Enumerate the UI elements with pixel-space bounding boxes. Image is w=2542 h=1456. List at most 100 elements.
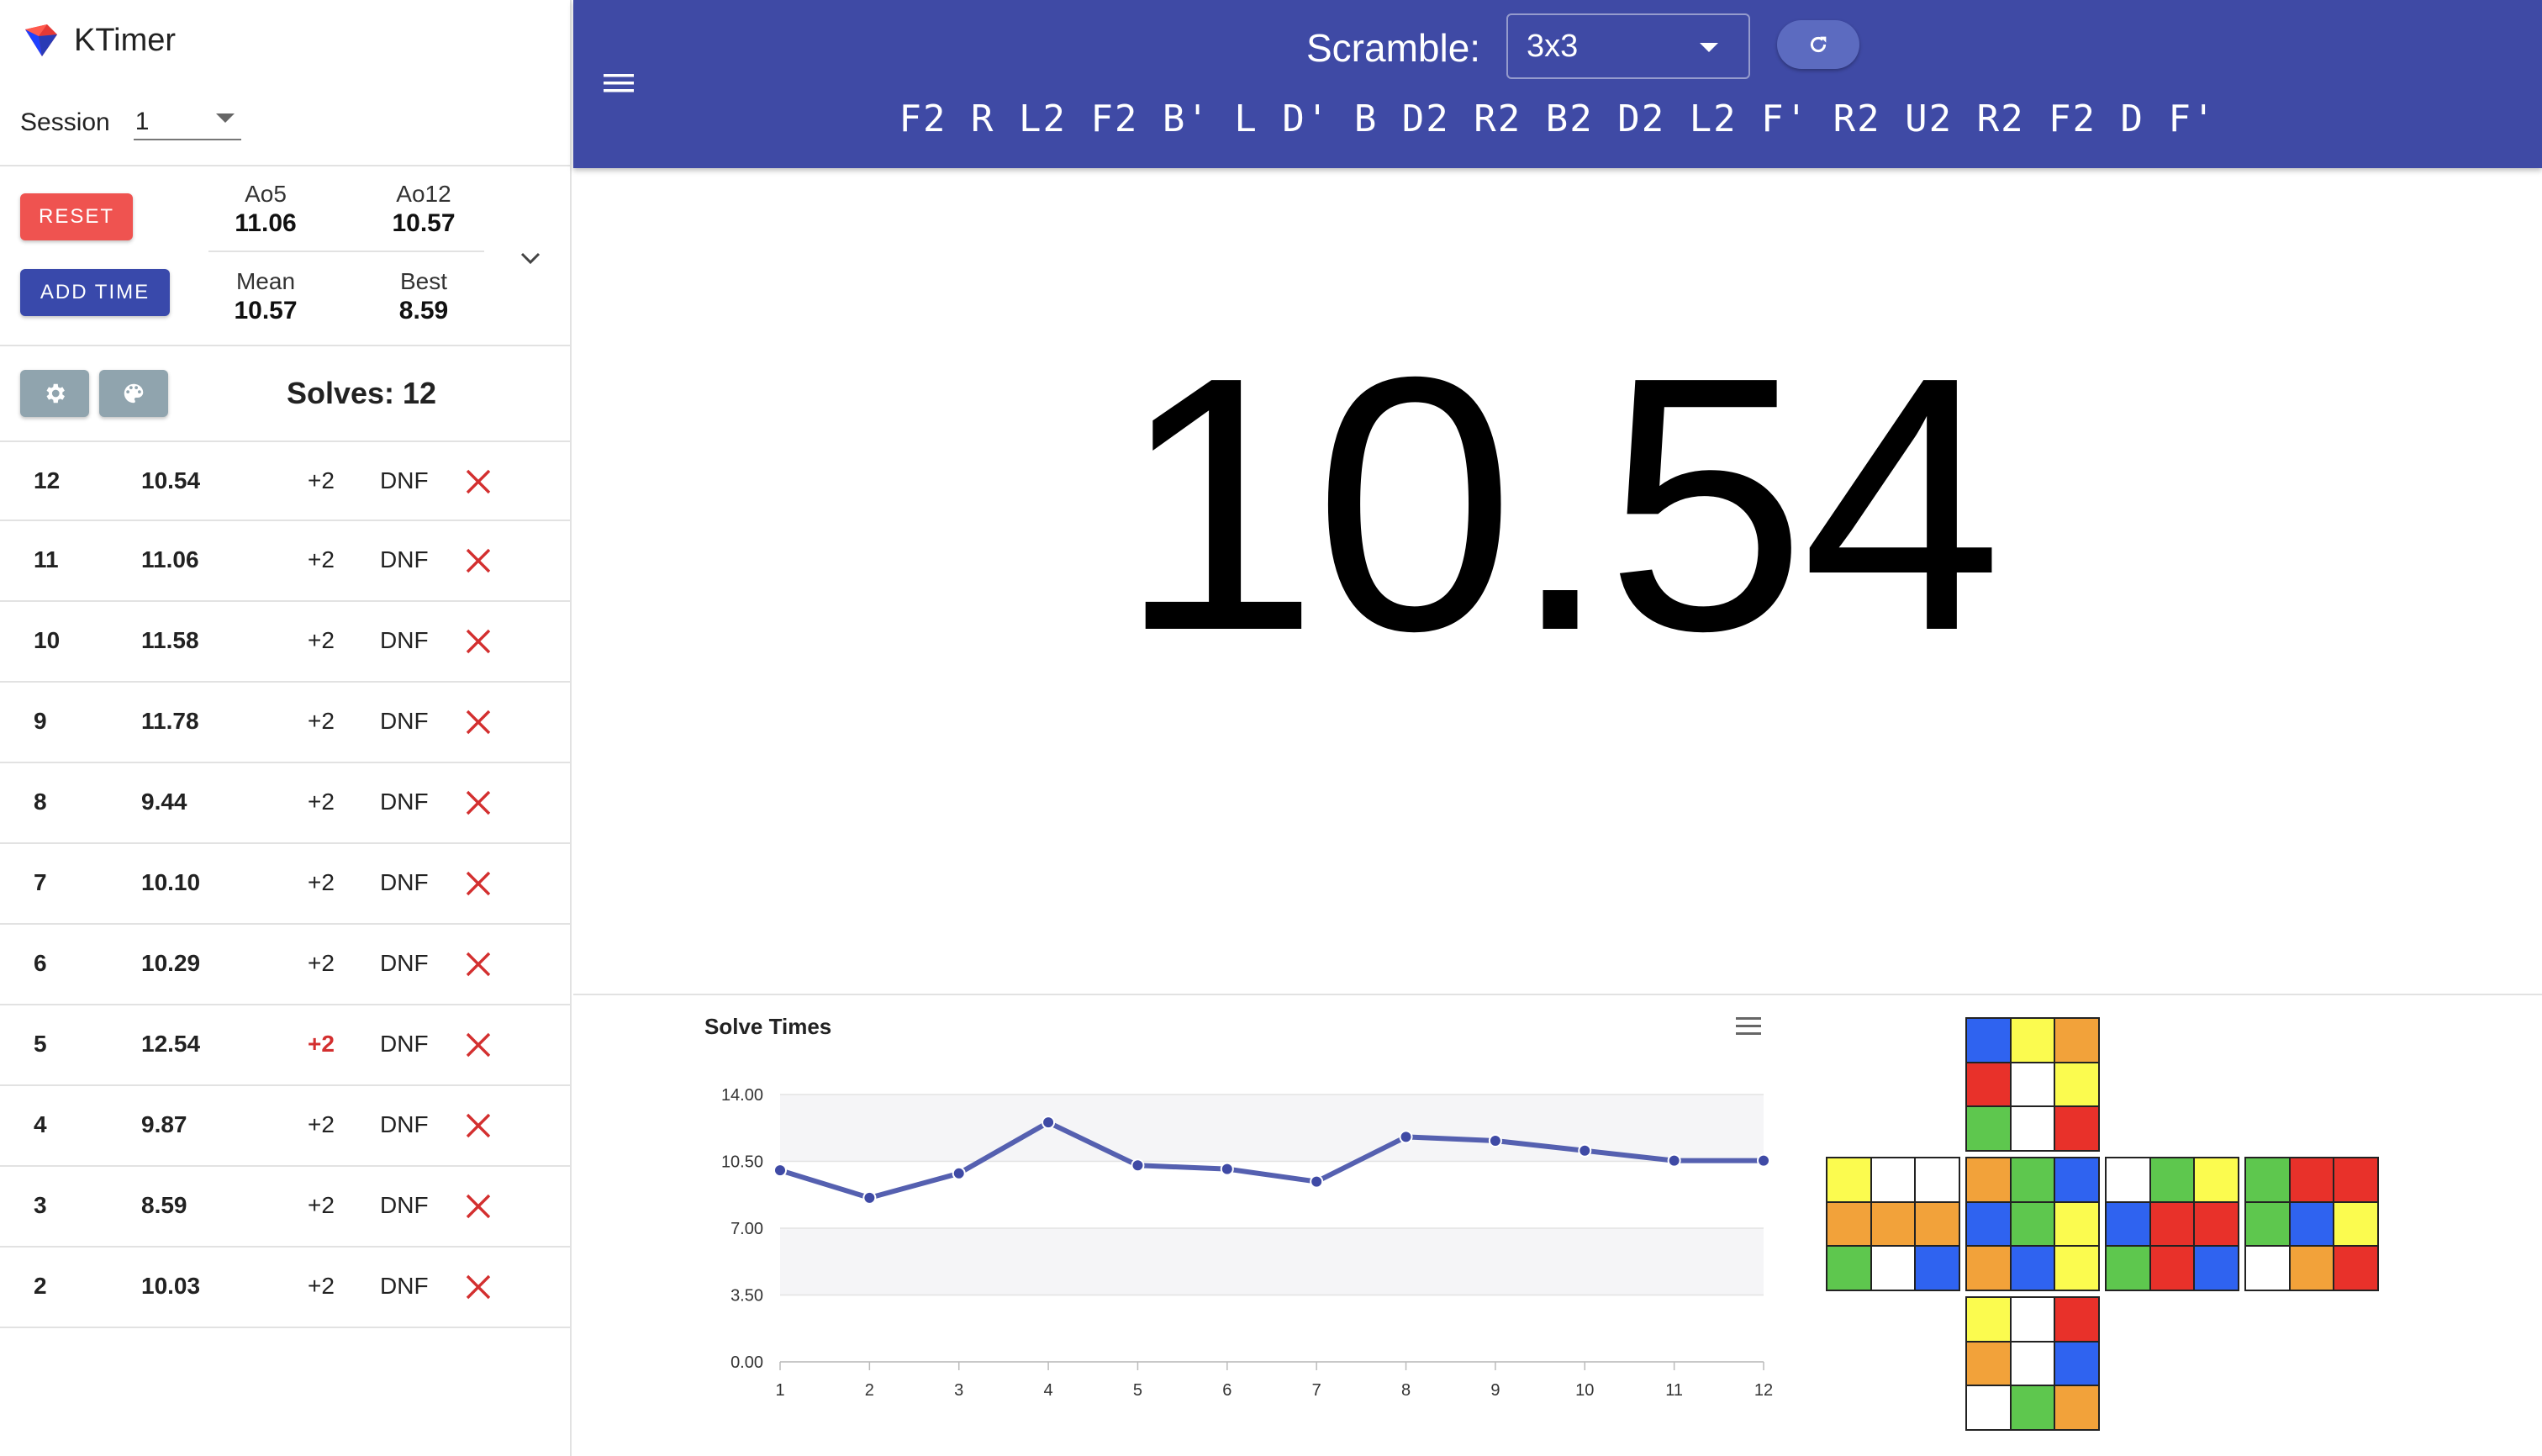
solve-row[interactable]: 7 10.10 +2 DNF [0,844,572,925]
solve-row[interactable]: 2 10.03 +2 DNF [0,1248,572,1328]
new-scramble-button[interactable] [1777,20,1859,69]
ktimer-logo-icon [25,24,57,56]
solve-time[interactable]: 8.59 [141,1192,187,1219]
cube-sticker [2055,1202,2098,1246]
delete-icon[interactable] [464,950,493,979]
solve-row[interactable]: 3 8.59 +2 DNF [0,1167,572,1248]
solve-time[interactable]: 10.03 [141,1273,200,1300]
scramble-label: Scramble: [1306,26,1481,70]
cube-sticker [2011,1158,2054,1201]
delete-icon[interactable] [464,869,493,898]
solve-time[interactable]: 11.58 [141,627,199,654]
dnf-toggle[interactable]: DNF [380,467,429,494]
dnf-toggle[interactable]: DNF [380,546,429,573]
timer-display[interactable]: 10.54 [573,319,2542,689]
delete-icon[interactable] [464,627,493,656]
delete-icon[interactable] [464,1031,493,1059]
cube-sticker [2150,1202,2194,1246]
data-point [1042,1116,1056,1130]
y-tick-label: 14.00 [721,1086,763,1105]
delete-icon[interactable] [464,1111,493,1140]
cube-sticker [2195,1202,2238,1246]
delete-icon[interactable] [464,1273,493,1301]
solve-number: 3 [34,1192,47,1218]
dnf-toggle[interactable]: DNF [380,869,429,896]
solve-time[interactable]: 10.10 [141,869,200,896]
stat-ao12: Ao12 10.57 [348,180,499,239]
dnf-toggle[interactable]: DNF [380,1192,429,1219]
solve-row[interactable]: 10 11.58 +2 DNF [0,602,572,683]
solve-row[interactable]: 12 10.54 +2 DNF [0,440,572,521]
plus-two-toggle[interactable]: +2 [308,1031,335,1058]
cube-sticker [2055,1158,2098,1201]
stat-mean-label: Mean [235,268,296,294]
dnf-toggle[interactable]: DNF [380,627,429,654]
solve-time[interactable]: 11.78 [141,708,199,735]
chart-menu-icon[interactable] [1736,1017,1761,1035]
delete-icon[interactable] [464,789,493,817]
session-label: Session [20,108,110,136]
dnf-toggle[interactable]: DNF [380,789,429,815]
solve-time[interactable]: 10.54 [141,467,200,494]
solve-row[interactable]: 6 10.29 +2 DNF [0,925,572,1005]
solve-row[interactable]: 9 11.78 +2 DNF [0,683,572,763]
dnf-toggle[interactable]: DNF [380,950,429,977]
delete-icon[interactable] [464,1192,493,1221]
delete-icon[interactable] [464,708,493,736]
dnf-toggle[interactable]: DNF [380,708,429,735]
solve-row[interactable]: 11 11.06 +2 DNF [0,521,572,602]
caret-down-icon [1700,43,1718,52]
divider [0,165,572,166]
menu-icon[interactable] [602,69,636,98]
plus-two-toggle[interactable]: +2 [308,789,335,815]
x-tick-label: 1 [775,1381,784,1400]
solve-time[interactable]: 9.44 [141,789,187,815]
solve-row[interactable]: 8 9.44 +2 DNF [0,763,572,844]
reset-button[interactable]: RESET [20,193,133,240]
settings-button[interactable] [20,370,89,417]
plus-two-toggle[interactable]: +2 [308,1273,335,1300]
plus-two-toggle[interactable]: +2 [308,708,335,735]
plus-two-toggle[interactable]: +2 [308,1192,335,1219]
plus-two-toggle[interactable]: +2 [308,627,335,654]
delete-icon[interactable] [464,546,493,575]
session-select[interactable]: 1 [133,105,241,140]
solve-time[interactable]: 11.06 [141,546,199,573]
delete-icon[interactable] [464,467,493,496]
solve-time[interactable]: 10.29 [141,950,200,977]
solve-number: 2 [34,1273,47,1299]
solve-time[interactable]: 9.87 [141,1111,187,1138]
cube-sticker [1827,1247,1870,1290]
dnf-toggle[interactable]: DNF [380,1273,429,1300]
dnf-toggle[interactable]: DNF [380,1111,429,1138]
cube-sticker [2011,1019,2054,1062]
cube-sticker [2107,1158,2149,1201]
plus-two-toggle[interactable]: +2 [308,1111,335,1138]
solve-time[interactable]: 12.54 [141,1031,200,1058]
cube-sticker [1871,1202,1915,1246]
solve-number: 5 [34,1031,47,1057]
puzzle-type-select[interactable]: 3x3 [1506,13,1750,79]
y-tick-label: 10.50 [721,1153,763,1172]
chevron-down-icon[interactable] [516,244,545,272]
cube-sticker [2290,1202,2334,1246]
brand: KTimer [22,18,176,62]
cube-sticker [1967,1019,2010,1062]
x-tick-label: 3 [954,1381,963,1400]
add-time-button[interactable]: ADD TIME [20,269,170,316]
stat-ao5-value: 11.06 [235,209,297,237]
data-point [862,1190,877,1205]
plus-two-toggle[interactable]: +2 [308,869,335,896]
dnf-toggle[interactable]: DNF [380,1031,429,1058]
plus-two-toggle[interactable]: +2 [308,546,335,573]
theme-button[interactable] [99,370,168,417]
solve-row[interactable]: 4 9.87 +2 DNF [0,1086,572,1167]
cube-face-down [1965,1296,2100,1431]
scramble-sequence: F2 R L2 F2 B' L D' B D2 R2 B2 D2 L2 F' R… [899,98,2217,140]
cube-sticker [2011,1298,2054,1341]
chart-grid-band [780,1228,1764,1295]
solve-row[interactable]: 5 12.54 +2 DNF [0,1005,572,1086]
plus-two-toggle[interactable]: +2 [308,950,335,977]
plus-two-toggle[interactable]: +2 [308,467,335,494]
cube-sticker [1967,1342,2010,1385]
